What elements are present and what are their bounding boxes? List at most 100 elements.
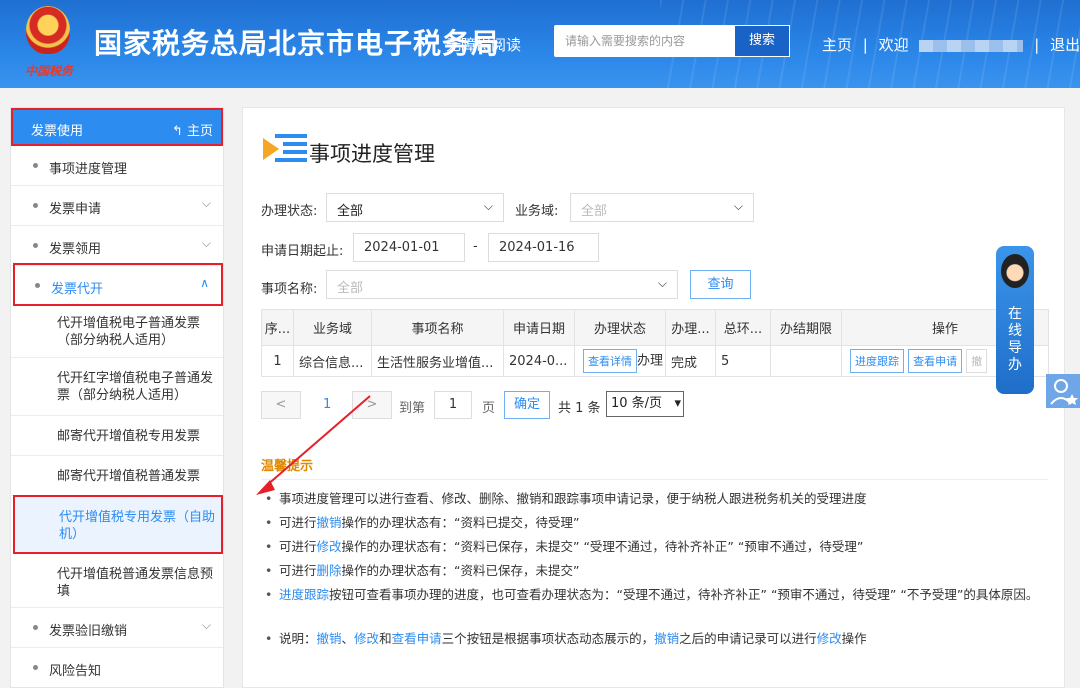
online-guide-label: 在线导办 [996, 306, 1034, 374]
query-button[interactable]: 查询 [690, 270, 751, 299]
user-service-icon[interactable] [1046, 374, 1080, 408]
sidebar-item-cancel[interactable]: 发票验旧缴销 ⌵ [11, 608, 223, 648]
divider: | [862, 36, 868, 54]
domain-select-placeholder: 全部 [581, 204, 608, 219]
col-header-seq: 序... [261, 309, 294, 346]
chevron-down-icon: ▾ [674, 396, 681, 411]
sidebar-subitem-mail-special[interactable]: 邮寄代开增值税专用发票 [11, 416, 223, 456]
home-link[interactable]: 主页 [822, 36, 852, 54]
chevron-down-icon: ⌵ [201, 196, 211, 210]
col-header-total: 总环... [715, 309, 771, 346]
chevron-down-icon: ⌵ [657, 276, 667, 290]
tip-item: • 进度跟踪按钮可查看事项办理的进度，也可查看办理状态为：“受理不通过，待补齐补正… [265, 586, 1045, 603]
sidebar-subitem-red-electronic[interactable]: 代开红字增值税电子普通发票（部分纳税人适用） [11, 358, 223, 416]
date-range-label: 申请日期起止: [261, 244, 344, 259]
tip-text: 和 [379, 631, 392, 646]
sidebar-header: 发票使用 ↰ 主页 [11, 108, 223, 146]
tip-highlight: 修改 [354, 631, 380, 646]
sidebar-item-label: 风险告知 [49, 664, 102, 679]
view-detail-button[interactable]: 查看详情 [583, 349, 637, 373]
bullet-icon: • [265, 563, 273, 578]
search-button[interactable]: 搜索 [734, 25, 790, 57]
bullet-icon [33, 625, 38, 630]
sidebar: 发票使用 ↰ 主页 事项进度管理 发票申请 ⌵ 发票领用 ⌵ 发票代开 ∧ 代开… [10, 107, 224, 688]
tip-highlight: 删除 [316, 563, 342, 578]
search-input[interactable] [554, 25, 734, 57]
view-application-button[interactable]: 查看申请 [908, 349, 963, 373]
sidebar-subitem-electronic-normal[interactable]: 代开增值税电子普通发票（部分纳税人适用） [11, 306, 223, 358]
page-unit-label: 页 [482, 401, 496, 416]
sidebar-home-link[interactable]: ↰ 主页 [172, 120, 213, 139]
domain-label: 业务域: [515, 204, 559, 219]
chevron-down-icon: ⌵ [201, 236, 211, 250]
site-header: 中国税务 国家税务总局北京市电子税务局 无障碍阅读 搜索 主页 | 欢迎 | 退… [0, 0, 1080, 88]
status-select[interactable]: 全部 ⌵ [326, 193, 504, 222]
cell-domain: 综合信息... [293, 345, 372, 377]
bullet-icon: • [265, 587, 273, 602]
date-from-input[interactable]: 2024-01-01 [353, 233, 465, 262]
revoke-button[interactable]: 撤 [966, 349, 988, 373]
domain-select[interactable]: 全部 ⌵ [570, 193, 754, 222]
logout-link[interactable]: 退出 [1050, 36, 1080, 54]
progress-list-icon [263, 134, 307, 162]
bullet-icon [33, 665, 38, 670]
date-to-input[interactable]: 2024-01-16 [488, 233, 599, 262]
bullet-icon [33, 163, 38, 168]
tip-highlight: 修改 [316, 539, 342, 554]
tip-text: 按钮可查看事项办理的进度，也可查看办理状态为：“受理不通过，待补齐补正” “预审… [329, 587, 1039, 602]
tip-text: 三个按钮是根据事项状态动态展示的， [441, 631, 655, 646]
status-text: 办理 [637, 353, 664, 369]
tips-divider [261, 479, 1048, 480]
sidebar-title: 发票使用 [31, 124, 84, 139]
page-size-select[interactable]: 10 条/页 ▾ [606, 391, 684, 417]
sidebar-item-risk[interactable]: 风险告知 [11, 648, 223, 688]
online-guide-float[interactable]: 在线导办 [996, 246, 1034, 394]
tip-highlight: 修改 [816, 631, 842, 646]
assistant-avatar-icon [1001, 254, 1029, 288]
progress-table: 序... 业务域 事项名称 申请日期 办理状态 办理... 总环... 办结期限… [261, 309, 1049, 377]
tip-text: 操作的办理状态有：“资料已保存，未提交” [341, 563, 580, 578]
total-count: 共 1 条 [558, 401, 601, 416]
pagination: < 1 > 到第 1 页 确定 共 1 条 10 条/页 ▾ [261, 391, 721, 421]
sidebar-item-invoice-issue[interactable]: 发票代开 ∧ [13, 263, 223, 306]
tips-title: 温馨提示 [261, 459, 314, 474]
goto-label: 到第 [399, 401, 426, 416]
table-row: 1 综合信息... 生活性服务业增值... 2024-0... 查看详情 办理 完… [261, 345, 1049, 377]
tax-emblem-logo: 中国税务 [20, 6, 78, 82]
col-header-status: 办理状态 [574, 309, 666, 346]
online-guide-char: 办 [1008, 357, 1022, 373]
tip-text: 操作的办理状态有：“资料已保存，未提交” “受理不通过，待补齐补正” “预审不通… [341, 539, 864, 554]
sidebar-item-invoice-receive[interactable]: 发票领用 ⌵ [11, 226, 223, 266]
sidebar-item-progress[interactable]: 事项进度管理 [11, 146, 223, 186]
item-name-select[interactable]: 全部 ⌵ [326, 270, 678, 299]
chevron-down-icon: ⌵ [201, 618, 211, 632]
goto-page-input[interactable]: 1 [434, 391, 472, 419]
col-header-date: 申请日期 [503, 309, 575, 346]
track-progress-button[interactable]: 进度跟踪 [850, 349, 904, 373]
page-number[interactable]: 1 [323, 397, 331, 412]
back-arrow-icon: ↰ [171, 124, 183, 139]
sidebar-subitem-prefill[interactable]: 代开增值税普通发票信息预填 [11, 554, 223, 608]
tip-text: 操作的办理状态有：“资料已提交，待受理” [341, 515, 580, 530]
prev-page-button[interactable]: < [261, 391, 301, 419]
sidebar-subitem-self-service-special[interactable]: 代开增值税专用发票（自助机） [13, 495, 223, 554]
item-name-label: 事项名称: [261, 282, 318, 297]
accessibility-link[interactable]: 无障碍阅读 [446, 34, 521, 55]
next-page-button[interactable]: > [352, 391, 392, 419]
cell-status: 查看详情 办理 [574, 345, 666, 377]
tip-text: 说明： [279, 631, 317, 646]
col-header-deadline: 办结期限 [770, 309, 842, 346]
status-select-value: 全部 [337, 204, 364, 219]
site-title: 国家税务总局北京市电子税务局 [94, 27, 501, 60]
goto-confirm-button[interactable]: 确定 [504, 391, 550, 419]
chevron-up-icon: ∧ [200, 276, 209, 290]
tip-highlight: 进度跟踪 [279, 587, 330, 602]
main-panel: 事项进度管理 办理状态: 全部 ⌵ 业务域: 全部 ⌵ 申请日期起止: 2024… [242, 107, 1065, 688]
sidebar-subitem-mail-normal[interactable]: 邮寄代开增值税普通发票 [11, 456, 223, 496]
page-size-value: 10 条/页 [611, 396, 663, 411]
sidebar-item-invoice-apply[interactable]: 发票申请 ⌵ [11, 186, 223, 226]
date-separator: - [473, 239, 478, 254]
tip-item: • 可进行修改操作的办理状态有：“资料已保存，未提交” “受理不通过，待补齐补正”… [265, 538, 1045, 555]
table-header-row: 序... 业务域 事项名称 申请日期 办理状态 办理... 总环... 办结期限… [261, 309, 1049, 346]
sidebar-item-label: 事项进度管理 [49, 162, 128, 177]
